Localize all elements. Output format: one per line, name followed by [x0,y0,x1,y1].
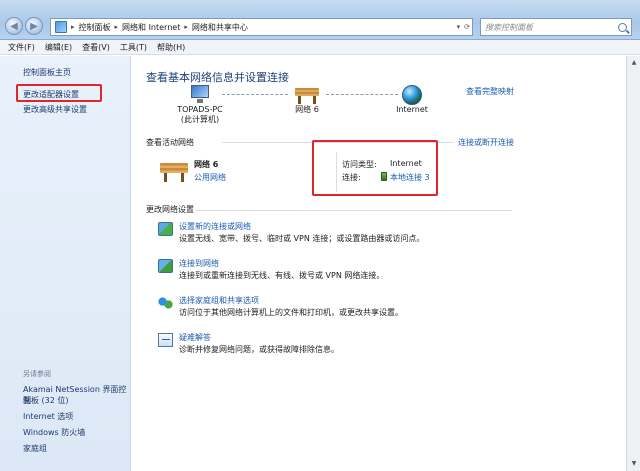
breadcrumb-network-internet[interactable]: 网络和 Internet [122,22,180,33]
network-type-link[interactable]: 公用网络 [194,172,226,183]
back-button[interactable]: ◀ [5,17,23,35]
dropdown-arrow-icon[interactable]: ▾ [457,23,461,31]
scroll-down-icon[interactable]: ▼ [629,459,639,469]
connect-disconnect-link[interactable]: 连接或断开连接 [458,137,514,148]
control-panel-icon [55,21,67,33]
see-also-internet-options[interactable]: Internet 选项 [23,411,73,422]
refresh-icon[interactable]: ⟳ [464,23,470,31]
task-title[interactable]: 设置新的连接或网络 [179,221,251,232]
search-input[interactable]: 搜索控制面板 [480,18,632,36]
task-desc: 连接到或重新连接到无线、有线、拨号或 VPN 网络连接。 [179,271,385,280]
divider [196,210,512,211]
menu-edit[interactable]: 编辑(E) [45,42,72,53]
title-bar: ◀ ▶ ▸ 控制面板 ▸ 网络和 Internet ▸ 网络和共享中心 ▾ ⟳ … [0,0,640,40]
menu-view[interactable]: 查看(V) [82,42,110,53]
map-connector [222,94,288,95]
public-network-bench-icon [295,85,319,105]
task-title[interactable]: 选择家庭组和共享选项 [179,295,259,306]
sidebar-item-advanced-sharing[interactable]: 更改高级共享设置 [23,104,87,115]
task-desc: 诊断并修复网络问题，或获得故障排除信息。 [179,345,339,354]
task-desc: 设置无线、宽带、拨号、临时或 VPN 连接；或设置路由器或访问点。 [179,234,425,243]
map-network-name: 网络 6 [295,105,319,114]
computer-sub: (此计算机) [180,115,220,124]
map-node-computer: TOPADS-PC (此计算机) [170,85,230,125]
address-controls: ▾ ⟳ [446,21,470,33]
chevron-right-icon: ▸ [114,23,119,31]
back-arrow-icon: ◀ [10,20,18,32]
computer-name: TOPADS-PC [177,105,223,114]
highlight-box [16,84,102,102]
task-title[interactable]: 疑难解答 [179,332,211,343]
menu-help[interactable]: 帮助(H) [157,42,185,53]
network-setup-icon [158,222,173,236]
breadcrumb-network-sharing[interactable]: 网络和共享中心 [192,22,248,33]
search-icon[interactable] [618,22,627,32]
highlight-box [312,140,438,196]
menu-tools[interactable]: 工具(T) [120,42,147,53]
sidebar: 控制面板主页 更改适配器设置 更改高级共享设置 另请参阅 Akamai NetS… [0,56,131,471]
forward-arrow-icon: ▶ [30,20,38,32]
chevron-right-icon: ▸ [71,23,75,31]
map-internet-label: Internet [396,105,428,114]
search-placeholder: 搜索控制面板 [485,22,533,32]
chevron-right-icon: ▸ [184,23,188,31]
see-also-homegroup[interactable]: 家庭组 [23,443,47,454]
forward-button[interactable]: ▶ [25,17,43,35]
page-title: 查看基本网络信息并设置连接 [146,71,289,84]
see-also-title: 另请参阅 [23,370,51,378]
troubleshoot-icon [158,333,173,347]
scrollbar[interactable]: ▲ ▼ [626,56,640,471]
map-connector [326,94,398,95]
menu-file[interactable]: 文件(F) [8,42,35,53]
see-also-akamai-cont[interactable]: 面板 (32 位) [23,395,69,406]
active-networks-title: 查看活动网络 [146,138,194,147]
task-title[interactable]: 连接到网络 [179,258,219,269]
task-desc: 访问位于其他网络计算机上的文件和打印机，或更改共享设置。 [179,308,403,317]
computer-icon [189,85,211,105]
internet-globe-icon [402,85,422,105]
map-node-network: 网络 6 [287,85,327,115]
change-settings-title: 更改网络设置 [146,205,194,214]
scroll-up-icon[interactable]: ▲ [629,58,639,68]
connect-network-icon [158,259,173,273]
active-network-name: 网络 6 [194,160,219,169]
view-full-map-link[interactable]: 查看完整映射 [466,86,514,97]
map-node-internet: Internet [392,85,432,115]
menu-bar: 文件(F) 编辑(E) 查看(V) 工具(T) 帮助(H) [0,40,640,55]
see-also-firewall[interactable]: Windows 防火墙 [23,427,85,438]
sidebar-item-home[interactable]: 控制面板主页 [23,67,71,78]
active-network-bench-icon [160,159,188,183]
address-bar[interactable]: ▸ 控制面板 ▸ 网络和 Internet ▸ 网络和共享中心 ▾ ⟳ [50,18,473,36]
homegroup-icon [158,296,173,310]
breadcrumb-control-panel[interactable]: 控制面板 [79,22,111,33]
